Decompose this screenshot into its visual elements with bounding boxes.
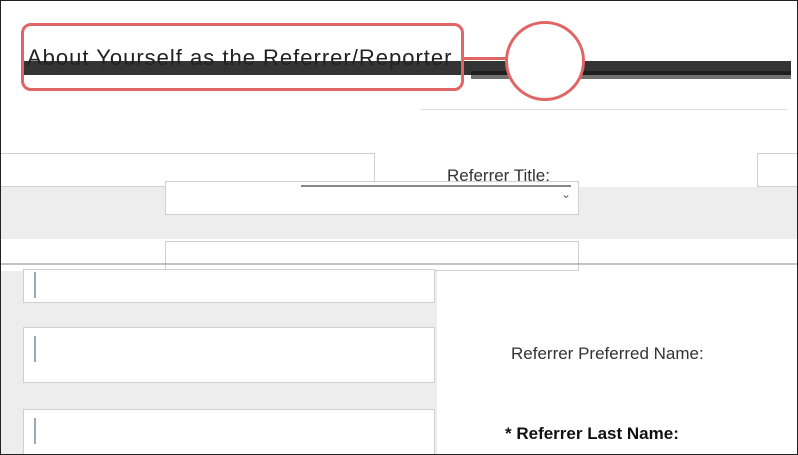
annotation-connector [461, 57, 509, 60]
referrer-last-name-label: * Referrer Last Name: [505, 424, 679, 443]
annotation-highlight-circle [505, 21, 585, 101]
input-field-2[interactable] [23, 327, 435, 383]
annotation-highlight-box [21, 23, 464, 91]
referrer-title-label: Referrer Title: [447, 166, 550, 185]
chevron-down-icon[interactable]: ⌄ [561, 187, 571, 201]
input-field-1[interactable] [23, 269, 435, 303]
right-edge-field[interactable] [757, 153, 797, 187]
text-cursor [34, 336, 36, 362]
text-cursor [34, 418, 36, 444]
referrer-preferred-name-label: Referrer Preferred Name: [511, 344, 704, 363]
screenshot-frame: About Yourself as the Referrer/Reporter … [0, 0, 798, 455]
input-field-3[interactable] [23, 409, 435, 454]
divider [421, 109, 787, 110]
row-glitch [1, 263, 797, 265]
referrer-middle-field[interactable] [165, 241, 579, 271]
text-cursor [34, 272, 36, 298]
